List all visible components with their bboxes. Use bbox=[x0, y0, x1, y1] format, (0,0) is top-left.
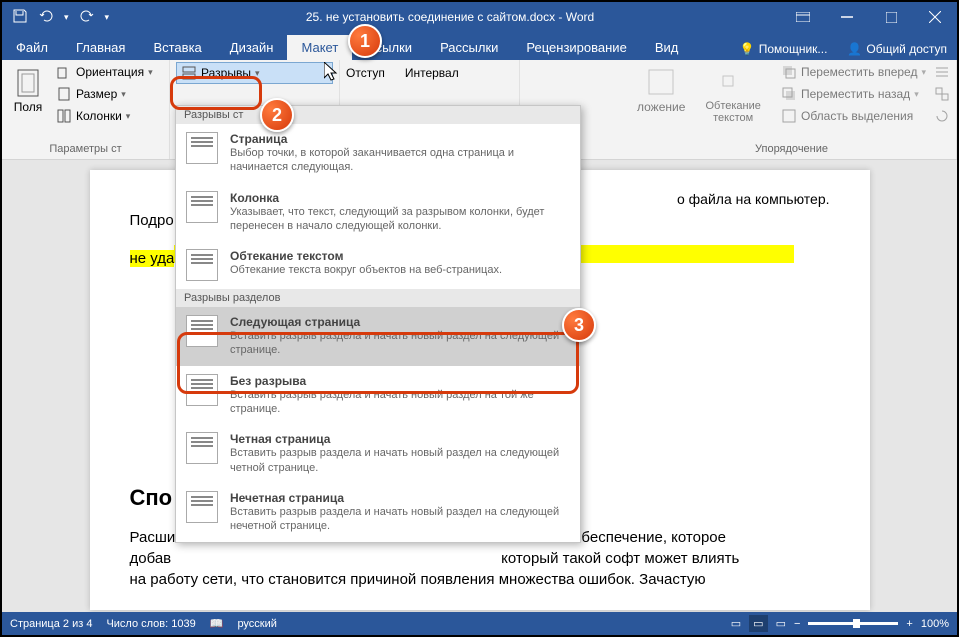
orientation-icon bbox=[56, 64, 72, 80]
undo-icon[interactable] bbox=[36, 6, 56, 29]
tab-mailings[interactable]: Рассылки bbox=[426, 35, 512, 60]
breaks-icon bbox=[181, 65, 197, 81]
page-break-icon bbox=[186, 132, 218, 164]
tab-view[interactable]: Вид bbox=[641, 35, 693, 60]
quick-access-toolbar: ▾ ▾ bbox=[2, 6, 119, 29]
sb-page[interactable]: Страница 2 из 4 bbox=[10, 618, 92, 630]
tab-insert[interactable]: Вставка bbox=[139, 35, 215, 60]
dd-item-evenpage[interactable]: Четная страницаВставить разрыв раздела и… bbox=[176, 424, 580, 483]
nextpage-break-icon bbox=[186, 315, 218, 347]
save-icon[interactable] bbox=[10, 6, 30, 29]
zoom-level[interactable]: 100% bbox=[921, 618, 949, 630]
dd-item-oddpage[interactable]: Нечетная страницаВставить разрыв раздела… bbox=[176, 483, 580, 542]
ribbon-display-icon[interactable] bbox=[781, 2, 825, 32]
sb-word-count[interactable]: Число слов: 1039 bbox=[106, 618, 195, 630]
position-icon bbox=[645, 66, 677, 98]
send-backward-button[interactable]: Переместить назад▾ bbox=[777, 84, 930, 104]
share-button[interactable]: 👤Общий доступ bbox=[837, 38, 957, 60]
dd-item-continuous[interactable]: Без разрываВставить разрыв раздела и нач… bbox=[176, 366, 580, 425]
margins-icon bbox=[12, 66, 44, 98]
size-icon bbox=[56, 86, 72, 102]
undo-dropdown-icon[interactable]: ▾ bbox=[62, 10, 71, 25]
tab-design[interactable]: Дизайн bbox=[216, 35, 288, 60]
send-backward-icon bbox=[781, 86, 797, 102]
tab-layout[interactable]: Макет bbox=[287, 35, 352, 60]
ribbon-tabs: Файл Главная Вставка Дизайн Макет Ссылки… bbox=[2, 32, 957, 60]
tab-review[interactable]: Рецензирование bbox=[512, 35, 640, 60]
qat-customize-icon[interactable]: ▾ bbox=[103, 10, 112, 25]
align-icon[interactable] bbox=[934, 64, 950, 80]
bring-forward-button[interactable]: Переместить вперед▾ bbox=[777, 62, 930, 82]
breaks-dropdown: Разрывы ст СтраницаВыбор точки, в которо… bbox=[175, 105, 581, 543]
group-icon[interactable] bbox=[934, 86, 950, 102]
dd-section-section-breaks: Разрывы разделов bbox=[176, 289, 580, 307]
continuous-break-icon bbox=[186, 374, 218, 406]
print-layout-icon[interactable]: ▭ bbox=[749, 615, 767, 632]
statusbar: Страница 2 из 4 Число слов: 1039 📖 русск… bbox=[2, 612, 957, 635]
callout-3: 3 bbox=[562, 308, 596, 342]
orientation-button[interactable]: Ориентация▾ bbox=[52, 62, 157, 82]
close-button[interactable] bbox=[913, 2, 957, 32]
selection-pane-button[interactable]: Область выделения bbox=[777, 106, 930, 126]
sb-language[interactable]: русский bbox=[237, 618, 276, 630]
textwrap-break-icon bbox=[186, 249, 218, 281]
read-mode-icon[interactable]: ▭ bbox=[731, 617, 741, 630]
tell-me[interactable]: 💡Помощник... bbox=[730, 38, 838, 60]
document-title: 25. не установить соединение с сайтом.do… bbox=[119, 10, 781, 24]
columns-icon bbox=[56, 108, 72, 124]
window-controls bbox=[781, 2, 957, 32]
columns-button[interactable]: Колонки▾ bbox=[52, 106, 157, 126]
arrange-group-label: Упорядочение bbox=[633, 141, 950, 157]
zoom-out-icon[interactable]: − bbox=[794, 618, 800, 630]
column-break-icon bbox=[186, 191, 218, 223]
zoom-slider[interactable] bbox=[808, 622, 898, 625]
tab-file[interactable]: Файл bbox=[2, 35, 62, 60]
sb-proofing-icon[interactable]: 📖 bbox=[210, 617, 224, 630]
titlebar: ▾ ▾ 25. не установить соединение с сайто… bbox=[2, 2, 957, 32]
dd-item-textwrap[interactable]: Обтекание текстомОбтекание текста вокруг… bbox=[176, 241, 580, 289]
maximize-button[interactable] bbox=[869, 2, 913, 32]
margins-button[interactable]: Поля bbox=[8, 62, 48, 126]
indent-label: Отступ bbox=[346, 66, 385, 80]
callout-1: 1 bbox=[348, 24, 382, 58]
dd-item-page[interactable]: СтраницаВыбор точки, в которой заканчива… bbox=[176, 124, 580, 183]
page-setup-group-label: Параметры ст bbox=[8, 141, 163, 157]
bulb-icon: 💡 bbox=[740, 42, 755, 56]
rotate-icon[interactable] bbox=[934, 108, 950, 124]
dd-item-nextpage[interactable]: Следующая страницаВставить разрыв раздел… bbox=[176, 307, 580, 366]
callout-2: 2 bbox=[260, 98, 294, 132]
wrap-icon bbox=[717, 66, 749, 98]
oddpage-break-icon bbox=[186, 491, 218, 523]
bring-forward-icon bbox=[781, 64, 797, 80]
minimize-button[interactable] bbox=[825, 2, 869, 32]
redo-icon[interactable] bbox=[77, 6, 97, 29]
size-button[interactable]: Размер▾ bbox=[52, 84, 157, 104]
selection-pane-icon bbox=[781, 108, 797, 124]
breaks-button[interactable]: Разрывы▾ bbox=[176, 62, 333, 84]
tab-home[interactable]: Главная bbox=[62, 35, 139, 60]
zoom-in-icon[interactable]: + bbox=[906, 618, 912, 630]
spacing-label: Интервал bbox=[405, 66, 459, 80]
position-button[interactable]: ложение bbox=[633, 62, 689, 128]
person-icon: 👤 bbox=[847, 42, 862, 56]
evenpage-break-icon bbox=[186, 432, 218, 464]
web-layout-icon[interactable]: ▭ bbox=[776, 617, 786, 630]
wrap-text-button[interactable]: Обтекание текстом bbox=[693, 62, 773, 128]
dd-item-column[interactable]: КолонкаУказывает, что текст, следующий з… bbox=[176, 183, 580, 242]
dd-section-page-breaks: Разрывы ст bbox=[176, 106, 580, 124]
